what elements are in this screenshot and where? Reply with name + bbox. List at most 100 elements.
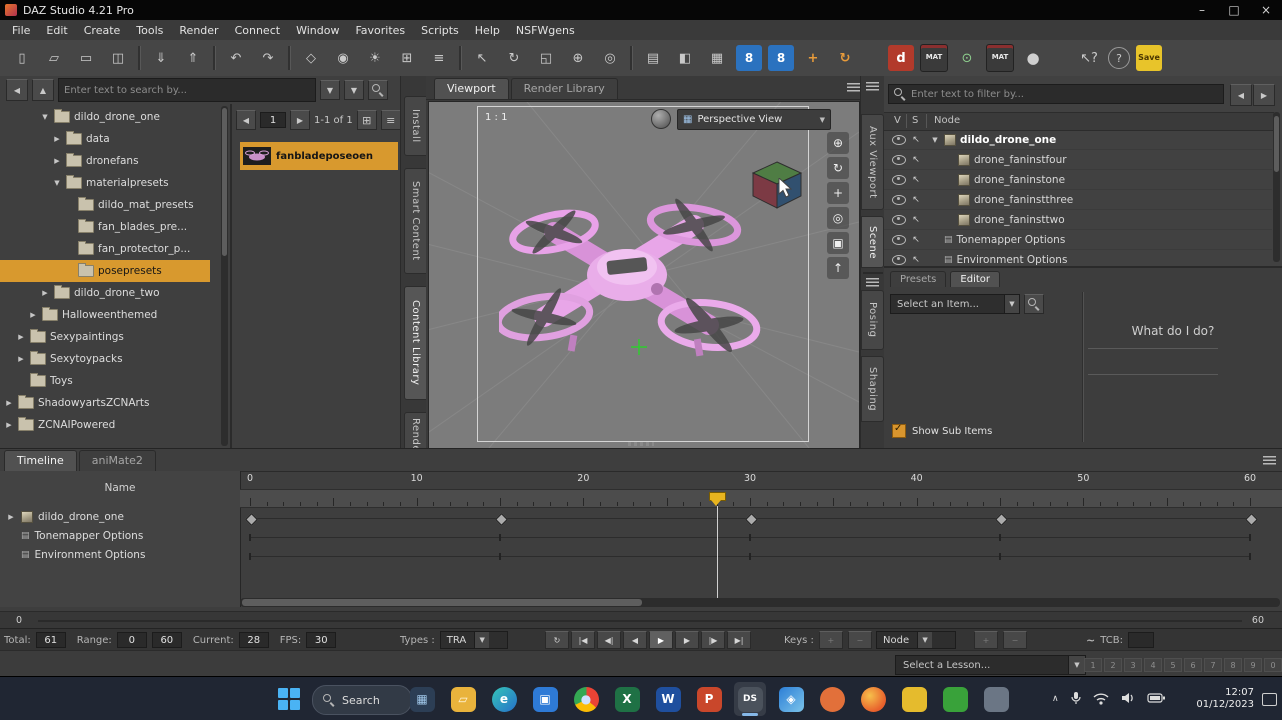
tab-presets[interactable]: Presets bbox=[890, 271, 946, 287]
spot-render-icon[interactable]: ◧ bbox=[672, 45, 698, 71]
export-icon[interactable]: ⇑ bbox=[180, 45, 206, 71]
excel-icon[interactable]: X bbox=[611, 682, 643, 716]
pane-menu-icon[interactable] bbox=[1263, 456, 1276, 466]
aim-view-icon[interactable]: ⊕ bbox=[827, 132, 849, 154]
save-reminder-icon[interactable]: Save bbox=[1136, 45, 1162, 71]
create-primitive-icon[interactable]: ⊞ bbox=[394, 45, 420, 71]
keyframe-tick[interactable] bbox=[749, 553, 751, 560]
scene-node-drone-faninsttwo[interactable]: ↖drone_faninsttwo bbox=[884, 210, 1272, 230]
drone-model[interactable] bbox=[499, 197, 769, 375]
node-expand-arrow[interactable]: ▼ bbox=[930, 136, 940, 144]
keyframe-diamond[interactable] bbox=[1245, 513, 1258, 526]
selection-pointer-icon[interactable]: ↖ bbox=[910, 235, 922, 245]
pane-tab-scene[interactable]: Scene bbox=[861, 216, 884, 268]
asset-list-view-button[interactable] bbox=[381, 110, 401, 130]
menu-item-edit[interactable]: Edit bbox=[38, 22, 75, 39]
translate-tool-icon[interactable]: ⊕ bbox=[565, 45, 591, 71]
prev-node-key-button[interactable]: + bbox=[974, 631, 998, 649]
selection-pointer-icon[interactable]: ↖ bbox=[910, 215, 922, 225]
render-icon[interactable]: ▦ bbox=[704, 45, 730, 71]
timeline-track-dildo-drone-one[interactable]: ▶dildo_drone_one bbox=[0, 507, 240, 526]
menu-item-file[interactable]: File bbox=[4, 22, 38, 39]
range-slider[interactable] bbox=[38, 620, 1242, 622]
selection-pointer-icon[interactable]: ↖ bbox=[910, 175, 922, 185]
pane-tab-render-s[interactable]: Render S bbox=[404, 412, 427, 448]
library-folder-zcnaipowered[interactable]: ▶ZCNAIPowered bbox=[0, 414, 210, 436]
scene-forward-button[interactable] bbox=[1253, 84, 1275, 106]
keyframe-diamond[interactable] bbox=[495, 513, 508, 526]
microsoft-store-icon[interactable]: ▣ bbox=[529, 682, 561, 716]
lesson-page-7[interactable]: 7 bbox=[1204, 658, 1222, 672]
minimize-button[interactable]: – bbox=[1186, 0, 1218, 20]
brave-icon[interactable] bbox=[816, 682, 848, 716]
tree-expand-arrow[interactable]: ▶ bbox=[4, 399, 14, 407]
tab-timeline[interactable]: Timeline bbox=[4, 450, 77, 471]
selection-pointer-icon[interactable]: ↖ bbox=[910, 135, 922, 145]
show-sub-items-checkbox[interactable] bbox=[892, 424, 906, 438]
interpolation-curve-icon[interactable] bbox=[1086, 634, 1095, 647]
filament-preview-icon[interactable]: 8 bbox=[768, 45, 794, 71]
surface-selection-icon[interactable]: ▤ bbox=[640, 45, 666, 71]
taskbar-search[interactable]: Search bbox=[312, 685, 412, 715]
frame-view-icon[interactable]: ▣ bbox=[827, 232, 849, 254]
visibility-eye-icon[interactable] bbox=[892, 215, 906, 225]
selection-pointer-icon[interactable]: ↖ bbox=[910, 195, 922, 205]
surface-pin-icon[interactable]: ⊙ bbox=[954, 45, 980, 71]
edge-icon[interactable]: e bbox=[488, 682, 520, 716]
library-filter-dropdown[interactable] bbox=[344, 80, 364, 100]
battery-icon[interactable] bbox=[1147, 692, 1165, 707]
asset-page-field[interactable]: 1 bbox=[260, 112, 286, 128]
library-folder-dronefans[interactable]: ▶dronefans bbox=[0, 150, 210, 172]
menu-item-window[interactable]: Window bbox=[288, 22, 347, 39]
rotate-tool-icon[interactable]: ↻ bbox=[501, 45, 527, 71]
menu-item-render[interactable]: Render bbox=[171, 22, 226, 39]
scene-scrollbar[interactable] bbox=[1273, 112, 1280, 262]
types-dropdown[interactable]: TRA bbox=[440, 631, 508, 649]
tree-expand-arrow[interactable]: ▶ bbox=[40, 289, 50, 297]
menu-item-favorites[interactable]: Favorites bbox=[347, 22, 413, 39]
item-selector-dropdown[interactable]: Select an Item... bbox=[890, 294, 1020, 314]
library-search-button[interactable] bbox=[368, 80, 388, 100]
create-light-icon[interactable]: ☀ bbox=[362, 45, 388, 71]
keyframe-diamond[interactable] bbox=[245, 513, 258, 526]
library-folder-sexypaintings[interactable]: ▶Sexypaintings bbox=[0, 326, 210, 348]
lesson-page-6[interactable]: 6 bbox=[1184, 658, 1202, 672]
daz-studio-icon[interactable]: DS bbox=[734, 682, 766, 716]
new-file-icon[interactable]: ▯ bbox=[9, 45, 35, 71]
pane-tab-install[interactable]: Install bbox=[404, 96, 427, 156]
range-end-field[interactable]: 60 bbox=[152, 632, 182, 648]
lesson-page-8[interactable]: 8 bbox=[1224, 658, 1242, 672]
library-folder-fan-protector-p[interactable]: fan_protector_p... bbox=[0, 238, 210, 260]
library-folder-shadowyartszcnarts[interactable]: ▶ShadowyartsZCNArts bbox=[0, 392, 210, 414]
tab-render-library[interactable]: Render Library bbox=[511, 78, 618, 99]
next-node-key-button[interactable]: − bbox=[1003, 631, 1027, 649]
app-green-icon[interactable] bbox=[939, 682, 971, 716]
keyframe-tick[interactable] bbox=[499, 553, 501, 560]
selection-pointer-icon[interactable]: ↖ bbox=[910, 155, 922, 165]
help-icon[interactable]: ? bbox=[1108, 47, 1130, 69]
whats-this-icon[interactable]: ↖? bbox=[1076, 45, 1102, 71]
current-frame-field[interactable]: 28 bbox=[239, 632, 269, 648]
lesson-page-4[interactable]: 4 bbox=[1144, 658, 1162, 672]
timeline-track-environment-options[interactable]: ▤Environment Options bbox=[0, 545, 240, 564]
tab-editor[interactable]: Editor bbox=[950, 271, 1000, 287]
menu-item-tools[interactable]: Tools bbox=[128, 22, 171, 39]
keyframe-tick[interactable] bbox=[249, 534, 251, 541]
pane-tab-posing[interactable]: Posing bbox=[861, 290, 884, 350]
library-folder-dildo-drone-one[interactable]: ▼dildo_drone_one bbox=[0, 106, 210, 128]
library-folder-materialpresets[interactable]: ▼materialpresets bbox=[0, 172, 210, 194]
app-gray-icon[interactable] bbox=[980, 682, 1012, 716]
visibility-eye-icon[interactable] bbox=[892, 195, 906, 205]
node-scope-dropdown[interactable]: Node bbox=[876, 631, 956, 649]
loop-button[interactable]: ↻ bbox=[545, 631, 569, 649]
maximize-button[interactable]: □ bbox=[1218, 0, 1250, 20]
create-camera-icon[interactable]: ◉ bbox=[330, 45, 356, 71]
menu-item-scripts[interactable]: Scripts bbox=[413, 22, 467, 39]
active-pose-tool-icon[interactable]: ↻ bbox=[832, 45, 858, 71]
scene-node-drone-faninstfour[interactable]: ↖drone_faninstfour bbox=[884, 150, 1272, 170]
lesson-page-3[interactable]: 3 bbox=[1124, 658, 1142, 672]
visibility-eye-icon[interactable] bbox=[892, 235, 906, 245]
save-icon[interactable]: ◫ bbox=[105, 45, 131, 71]
play-button[interactable]: ▶ bbox=[649, 631, 673, 649]
firefox-icon[interactable] bbox=[857, 682, 889, 716]
